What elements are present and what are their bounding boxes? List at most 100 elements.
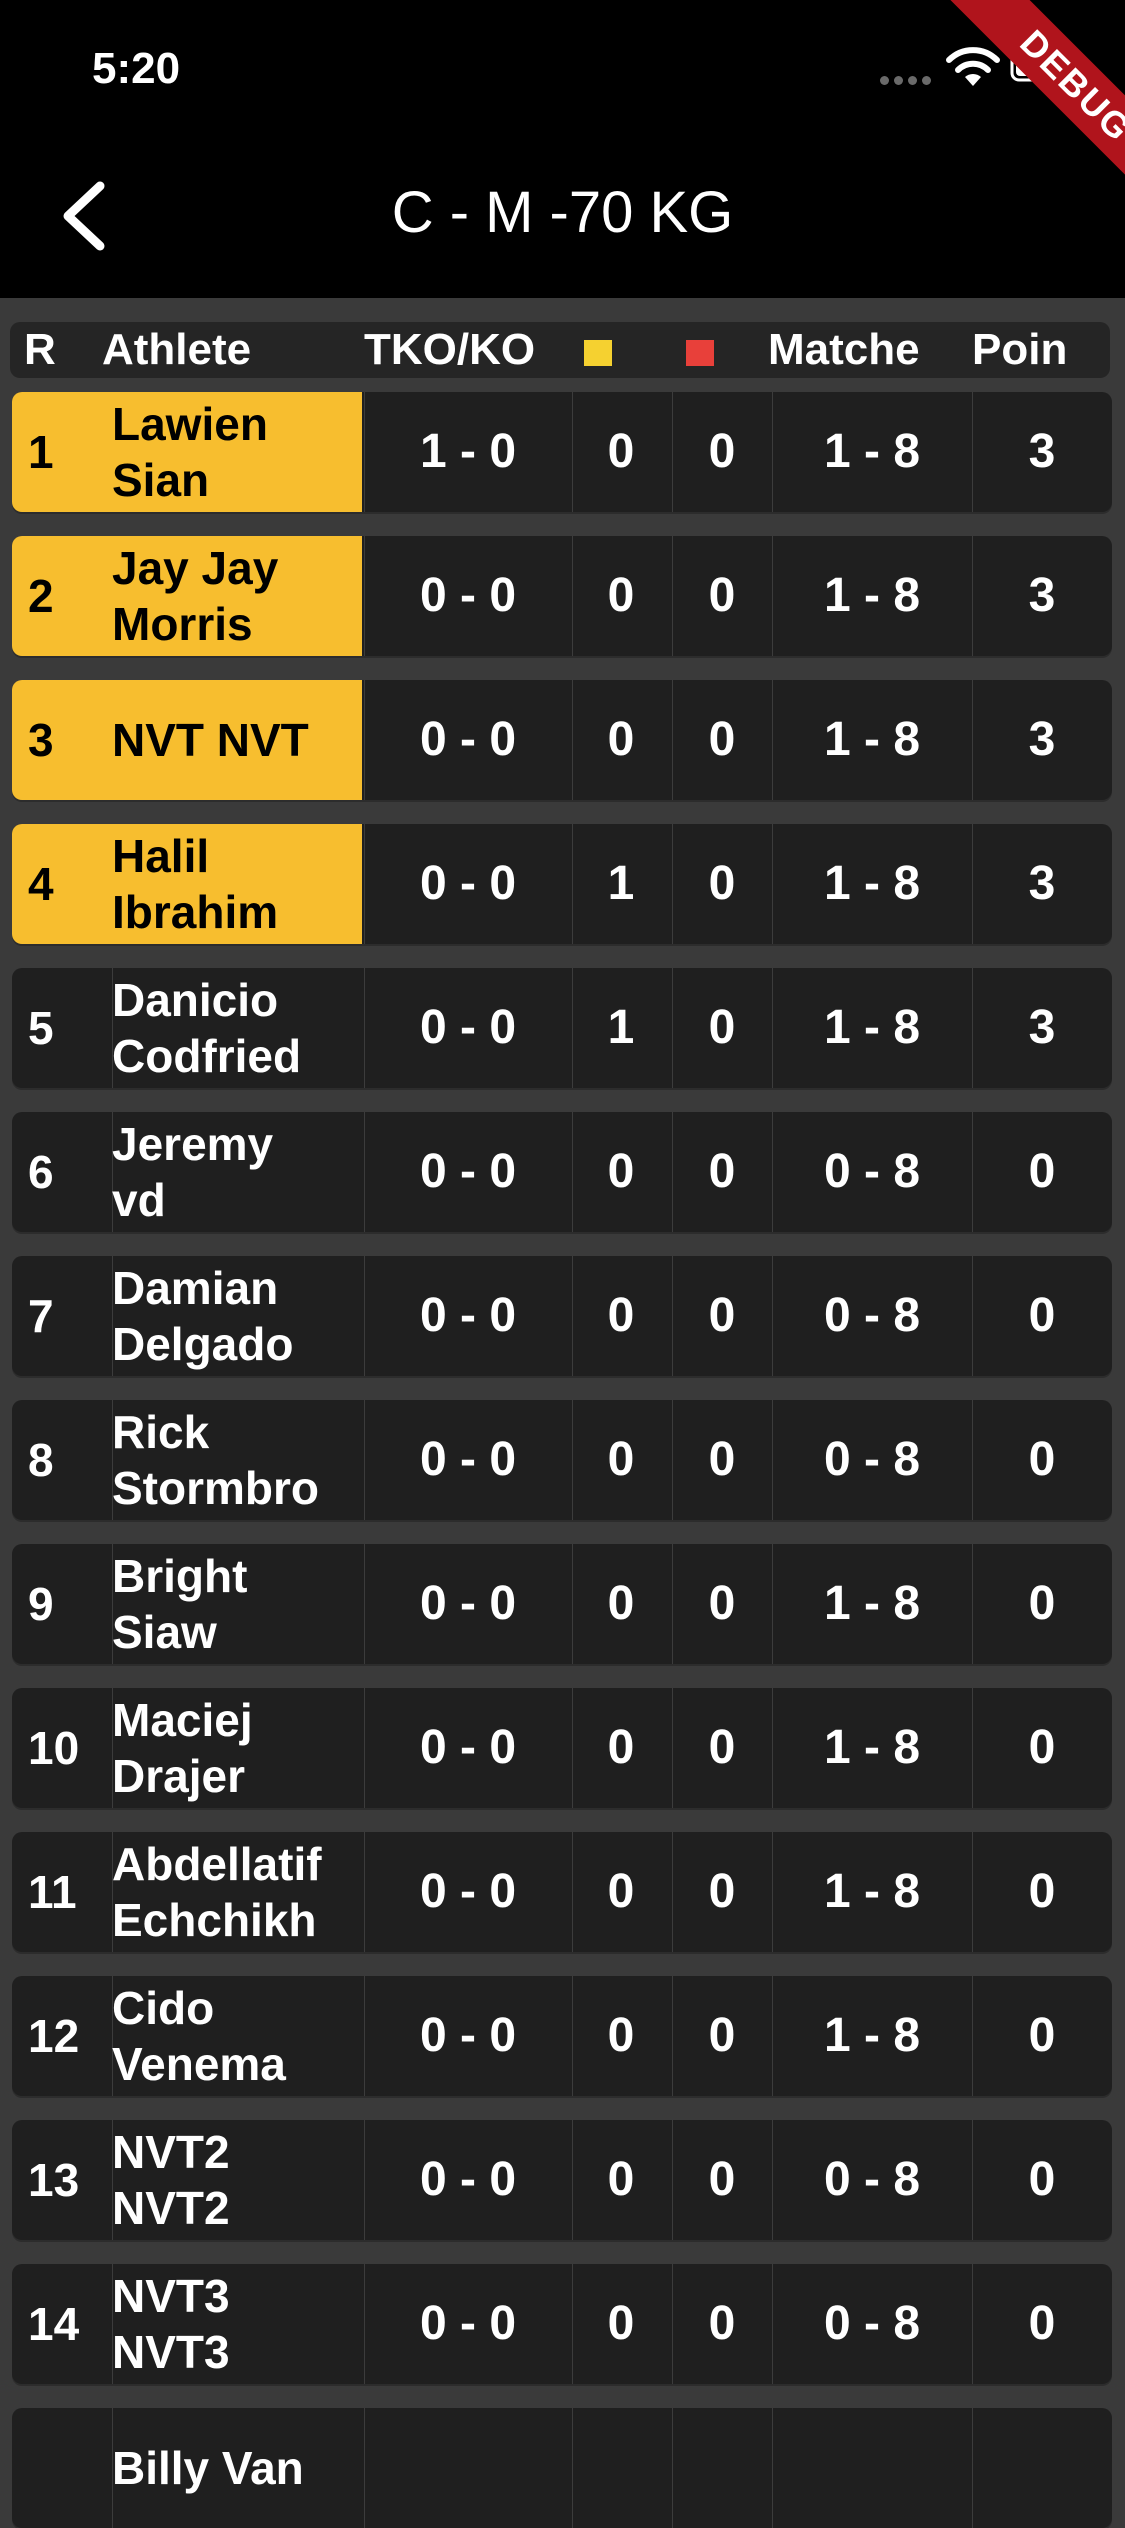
yellow-card-count: 0 — [607, 1433, 635, 1486]
tko-ko-cell: 0 - 0 — [419, 1289, 517, 1342]
tko-ko-cell: 0 - 0 — [419, 1145, 517, 1198]
wifi-icon — [946, 47, 1000, 86]
tko-ko-cell: 0 - 0 — [419, 857, 517, 910]
yellow-card-count: 0 — [607, 1145, 635, 1198]
header-tko: TKO/KO — [364, 325, 536, 374]
points-cell: 0 — [1028, 1865, 1056, 1918]
points-cell: 0 — [1028, 1145, 1056, 1198]
athlete-name: NVT3 NVT3 — [112, 2270, 230, 2378]
header-athlete: Athlete — [102, 325, 252, 374]
table-row[interactable]: 11 Abdellatif Echchikh 0 - 0 0 0 1 - 8 0 — [12, 1832, 1112, 1952]
tko-ko-cell: 0 - 0 — [419, 2009, 517, 2062]
yellow-card-count: 1 — [607, 857, 635, 910]
matches-cell — [772, 2408, 972, 2528]
points-cell: 0 — [1028, 1289, 1056, 1342]
matches-cell: 1 - 8 — [823, 1001, 921, 1054]
tko-ko-cell: 0 - 0 — [419, 1865, 517, 1918]
matches-cell: 1 - 8 — [823, 569, 921, 622]
athlete-name: Lawien Sian — [112, 398, 268, 506]
matches-cell: 1 - 8 — [823, 1865, 921, 1918]
athlete-name: Damian Delgado — [112, 1262, 294, 1370]
rank-cell: 10 — [28, 1722, 80, 1774]
app-bar: 5:20 DEBUG C - M -70 KG — [0, 0, 1125, 298]
page-title: C - M -70 KG — [391, 180, 734, 245]
table-row[interactable]: Billy Van — [12, 2408, 1112, 2528]
red-card-count: 0 — [708, 1001, 736, 1054]
tko-ko-cell: 1 - 0 — [419, 425, 517, 478]
matches-cell: 1 - 8 — [823, 713, 921, 766]
athlete-name: Maciej Drajer — [112, 1694, 253, 1802]
points-cell — [972, 2408, 1112, 2528]
red-card-count: 0 — [708, 2153, 736, 2206]
athlete-name: Jay Jay Morris — [112, 542, 279, 650]
points-cell: 0 — [1028, 2009, 1056, 2062]
table-row[interactable]: 14 NVT3 NVT3 0 - 0 0 0 0 - 8 0 — [12, 2264, 1112, 2384]
red-card-icon — [686, 340, 714, 366]
yellow-card-count: 0 — [607, 2009, 635, 2062]
rank-cell: 1 — [28, 426, 54, 478]
yellow-card-count: 0 — [607, 569, 635, 622]
red-card-count: 0 — [708, 1289, 736, 1342]
table-row[interactable]: 7 Damian Delgado 0 - 0 0 0 0 - 8 0 — [12, 1256, 1112, 1376]
yellow-card-count: 1 — [607, 1001, 635, 1054]
red-card-count: 0 — [708, 1433, 736, 1486]
rank-cell: 5 — [28, 1002, 54, 1054]
points-cell: 0 — [1028, 1433, 1056, 1486]
matches-cell: 0 - 8 — [823, 1289, 921, 1342]
table-row[interactable]: 9 Bright Siaw 0 - 0 0 0 1 - 8 0 — [12, 1544, 1112, 1664]
red-card-count: 0 — [708, 1865, 736, 1918]
athlete-name: Bright Siaw — [112, 1550, 248, 1658]
athlete-name: Danicio Codfried — [112, 974, 302, 1082]
points-cell: 3 — [1028, 713, 1056, 766]
points-cell: 3 — [1028, 857, 1056, 910]
rank-cell: 13 — [28, 2154, 80, 2206]
rank-cell: 6 — [28, 1146, 54, 1198]
table-row[interactable]: 4 Halil Ibrahim 0 - 0 1 0 1 - 8 3 — [12, 824, 1112, 944]
red-card-count: 0 — [708, 2009, 736, 2062]
red-card-count: 0 — [708, 1721, 736, 1774]
points-cell: 0 — [1028, 2297, 1056, 2350]
athlete-name: Abdellatif Echchikh — [112, 1838, 322, 1946]
rank-cell: 4 — [28, 858, 54, 910]
rank-cell: 8 — [28, 1434, 54, 1486]
points-cell: 0 — [1028, 2153, 1056, 2206]
header-points: Poin — [972, 325, 1068, 374]
red-card-count: 0 — [708, 713, 736, 766]
matches-cell: 1 - 8 — [823, 857, 921, 910]
points-cell: 3 — [1028, 425, 1056, 478]
table-row[interactable]: 5 Danicio Codfried 0 - 0 1 0 1 - 8 3 — [12, 968, 1112, 1088]
matches-cell: 1 - 8 — [823, 1577, 921, 1630]
points-cell: 3 — [1028, 569, 1056, 622]
cellular-signal-icon — [880, 76, 934, 86]
status-time: 5:20 — [92, 44, 181, 93]
tko-ko-cell: 0 - 0 — [419, 2153, 517, 2206]
matches-cell: 0 - 8 — [823, 2297, 921, 2350]
rank-cell: 12 — [28, 2010, 80, 2062]
yellow-card-count: 0 — [607, 2297, 635, 2350]
table-row[interactable]: 6 Jeremy vd 0 - 0 0 0 0 - 8 0 — [12, 1112, 1112, 1232]
points-cell: 0 — [1028, 1577, 1056, 1630]
table-header: R Athlete TKO/KO Matche Poin — [10, 322, 1110, 378]
yellow-card-count: 0 — [607, 2153, 635, 2206]
table-row[interactable]: 10 Maciej Drajer 0 - 0 0 0 1 - 8 0 — [12, 1688, 1112, 1808]
table-row[interactable]: 3 NVT NVT 0 - 0 0 0 1 - 8 3 — [12, 680, 1112, 800]
table-row[interactable]: 13 NVT2 NVT2 0 - 0 0 0 0 - 8 0 — [12, 2120, 1112, 2240]
table-row[interactable]: 12 Cido Venema 0 - 0 0 0 1 - 8 0 — [12, 1976, 1112, 2096]
table-row[interactable]: 2 Jay Jay Morris 0 - 0 0 0 1 - 8 3 — [12, 536, 1112, 656]
yellow-card-count: 0 — [607, 713, 635, 766]
rank-cell: 14 — [28, 2298, 80, 2350]
matches-cell: 1 - 8 — [823, 2009, 921, 2062]
tko-ko-cell: 0 - 0 — [419, 1721, 517, 1774]
table-row[interactable]: 8 Rick Stormbro 0 - 0 0 0 0 - 8 0 — [12, 1400, 1112, 1520]
rank-cell: 11 — [28, 1866, 77, 1918]
athlete-name: Jeremy vd — [112, 1118, 274, 1226]
athlete-name: NVT2 NVT2 — [112, 2126, 230, 2234]
header-matches: Matche — [768, 325, 920, 374]
tko-ko-cell: 0 - 0 — [419, 2297, 517, 2350]
matches-cell: 1 - 8 — [823, 1721, 921, 1774]
table-row[interactable]: 1 Lawien Sian 1 - 0 0 0 1 - 8 3 — [12, 392, 1112, 512]
points-cell: 3 — [1028, 1001, 1056, 1054]
athlete-name: Rick Stormbro — [112, 1406, 319, 1514]
tko-ko-cell: 0 - 0 — [419, 1001, 517, 1054]
athlete-name: NVT NVT — [112, 714, 309, 766]
